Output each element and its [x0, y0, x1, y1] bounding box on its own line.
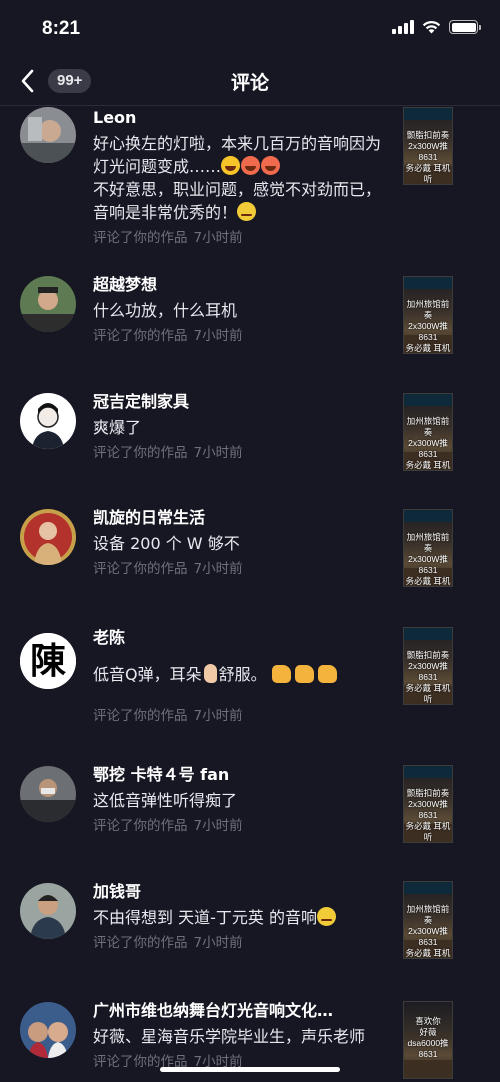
list-item[interactable]: 冠吉定制家具 爽爆了 评论了你的作品 7小时前 加州旅馆前奏 2x300W推863… [0, 388, 500, 505]
nav-bar: 99+ 评论 [0, 56, 500, 106]
thumbnail-caption: 加州旅馆前奏 2x300W推8631 务必戴 耳机听 [405, 532, 451, 586]
comment-text: 好薇、星海音乐学院毕业生，声乐老师 [93, 1027, 366, 1046]
list-item[interactable]: 鄂挖 卡特４号 fan 这低音弹性听得痴了 评论了你的作品 7小时前 颤脂扣前奏 … [0, 755, 500, 873]
comment-text: 不由得想到 天道-丁元英 的音响 [93, 906, 393, 929]
comment-meta: 评论了你的作品 7小时前 [93, 816, 393, 836]
username[interactable]: 凯旋的日常生活 [93, 507, 393, 529]
thumbs-up-emoji-icon [271, 665, 291, 683]
username[interactable]: 鄂挖 卡特４号 fan [93, 764, 393, 786]
comment-action: 评论了你的作品 [93, 561, 188, 577]
username[interactable]: 老陈 [93, 627, 393, 649]
list-item[interactable]: 凯旋的日常生活 设备 200 个 W 够不 评论了你的作品 7小时前 加州旅馆前奏… [0, 505, 500, 623]
laugh-emoji-icon [221, 156, 241, 175]
list-item[interactable]: 陳 老陈 低音Q弹，耳朵 舒服。 评论了你的作品 7小时前 颤脂扣前奏 2x300W… [0, 623, 500, 755]
username[interactable]: 广州市维也纳舞台灯光音响文化… [93, 1000, 393, 1022]
avatar-character: 陳 [30, 640, 66, 682]
avatar[interactable] [20, 766, 76, 822]
comment-text: 爽爆了 [93, 418, 142, 437]
username[interactable]: 超越梦想 [93, 274, 393, 296]
status-time: 8:21 [42, 18, 81, 39]
status-bar: 8:21 [0, 0, 500, 56]
comment-text-part: 低音Q弹，耳朵 [93, 665, 202, 684]
list-item[interactable]: 超越梦想 什么功放，什么耳机 评论了你的作品 7小时前 加州旅馆前奏 2x300W… [0, 271, 500, 388]
video-thumbnail[interactable]: 颤脂扣前奏 2x300W推8631 务必戴 耳机听 [403, 765, 453, 843]
comment-time: 7小时前 [193, 561, 243, 577]
comment-meta: 评论了你的作品 7小时前 [93, 326, 393, 346]
thumbnail-caption: 颤脂扣前奏 2x300W推8631 务必戴 耳机听 [405, 650, 451, 704]
thumbnail-caption: 喜欢你 好薇 dsa6000推8631 [407, 1016, 449, 1059]
comment-text-part: 不由得想到 天道-丁元英 的音响 [93, 908, 317, 927]
thumbnail-caption: 加州旅馆前奏 2x300W推8631 务必戴 耳机听 [405, 904, 451, 958]
comment-time: 7小时前 [193, 818, 243, 834]
comment-time: 7小时前 [193, 445, 243, 461]
video-thumbnail[interactable]: 加州旅馆前奏 2x300W推8631 务必戴 耳机听 [403, 509, 453, 587]
avatar[interactable] [20, 276, 76, 332]
avatar[interactable] [20, 883, 76, 939]
list-item[interactable]: Leon 好心换左的灯啦，本来几百万的音响因为灯光问题变成…… 不好意思，职业问… [0, 107, 500, 271]
username[interactable]: 冠吉定制家具 [93, 391, 393, 413]
comment-action: 评论了你的作品 [93, 445, 188, 461]
comment-time: 7小时前 [193, 230, 243, 246]
avatar[interactable] [20, 509, 76, 565]
comment-time: 7小时前 [193, 935, 243, 951]
username[interactable]: Leon [93, 107, 393, 129]
home-indicator[interactable] [160, 1067, 340, 1072]
thumbnail-caption: 加州旅馆前奏 2x300W推8631 务必戴 耳机听 [405, 299, 451, 353]
video-thumbnail[interactable]: 加州旅馆前奏 2x300W推8631 务必戴 耳机听 [403, 276, 453, 354]
comment-meta: 评论了你的作品 7小时前 [93, 706, 393, 726]
ear-emoji-icon [203, 664, 217, 683]
comment-text: 这低音弹性听得痴了 [93, 791, 238, 810]
comment-meta: 评论了你的作品 7小时前 [93, 933, 393, 953]
video-thumbnail[interactable]: 颤脂扣前奏 2x300W推8631 务必戴 耳机听 [403, 107, 453, 185]
comment-text: 低音Q弹，耳朵 舒服。 [93, 663, 393, 686]
comment-action: 评论了你的作品 [93, 328, 188, 344]
comment-action: 评论了你的作品 [93, 935, 188, 951]
comment-meta: 评论了你的作品 7小时前 [93, 559, 393, 579]
avatar[interactable] [20, 1002, 76, 1058]
comment-text-part: 舒服。 [218, 665, 267, 684]
comment-meta: 评论了你的作品 7小时前 [93, 228, 393, 248]
thumbs-up-emoji-icon [317, 665, 337, 683]
video-thumbnail[interactable]: 加州旅馆前奏 2x300W推8631 务必戴 耳机听 [403, 881, 453, 959]
comment-text: 设备 200 个 W 够不 [93, 534, 240, 553]
signal-icon [392, 20, 414, 34]
smirk-emoji-icon [316, 907, 336, 926]
status-icons [392, 20, 481, 34]
username[interactable]: 加钱哥 [93, 881, 393, 903]
rofl-emoji-icon [261, 156, 281, 175]
smirk-emoji-icon [237, 202, 257, 221]
comment-list: Leon 好心换左的灯啦，本来几百万的音响因为灯光问题变成…… 不好意思，职业问… [0, 107, 500, 1082]
rofl-emoji-icon [241, 156, 261, 175]
wifi-icon [422, 20, 441, 34]
video-thumbnail[interactable]: 加州旅馆前奏 2x300W推8631 务必戴 耳机听 [403, 393, 453, 471]
comment-action: 评论了你的作品 [93, 708, 188, 724]
avatar[interactable] [20, 107, 76, 163]
comment-meta: 评论了你的作品 7小时前 [93, 443, 393, 463]
comment-text: 什么功放，什么耳机 [93, 301, 238, 320]
avatar[interactable]: 陳 [20, 633, 76, 689]
video-thumbnail[interactable]: 颤脂扣前奏 2x300W推8631 务必戴 耳机听 [403, 627, 453, 705]
list-item[interactable]: 加钱哥 不由得想到 天道-丁元英 的音响 评论了你的作品 7小时前 加州旅馆前奏 … [0, 873, 500, 989]
comment-text: 好心换左的灯啦，本来几百万的音响因为灯光问题变成…… 不好意思，职业问题，感觉不… [93, 132, 393, 224]
thumbnail-caption: 颤脂扣前奏 2x300W推8631 务必戴 耳机听 [405, 130, 451, 184]
video-thumbnail[interactable]: 喜欢你 好薇 dsa6000推8631 [403, 1001, 453, 1079]
thumbs-up-emoji-icon [294, 665, 314, 683]
comment-time: 7小时前 [193, 708, 243, 724]
thumbnail-caption: 颤脂扣前奏 2x300W推8631 务必戴 耳机听 [405, 788, 451, 842]
avatar[interactable] [20, 393, 76, 449]
battery-icon [449, 20, 481, 34]
page-title: 评论 [230, 72, 269, 94]
comment-time: 7小时前 [193, 328, 243, 344]
thumbnail-caption: 加州旅馆前奏 2x300W推8631 务必戴 耳机听 [405, 416, 451, 470]
comment-action: 评论了你的作品 [93, 818, 188, 834]
comment-action: 评论了你的作品 [93, 230, 188, 246]
